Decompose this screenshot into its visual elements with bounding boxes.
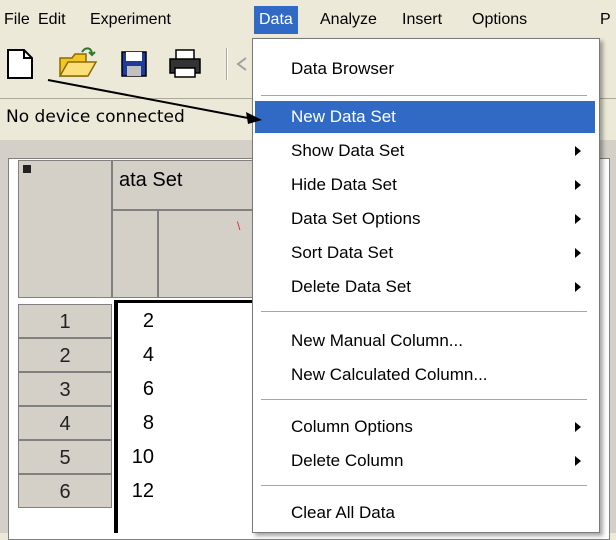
annotation-arrow-icon: [47, 79, 262, 124]
